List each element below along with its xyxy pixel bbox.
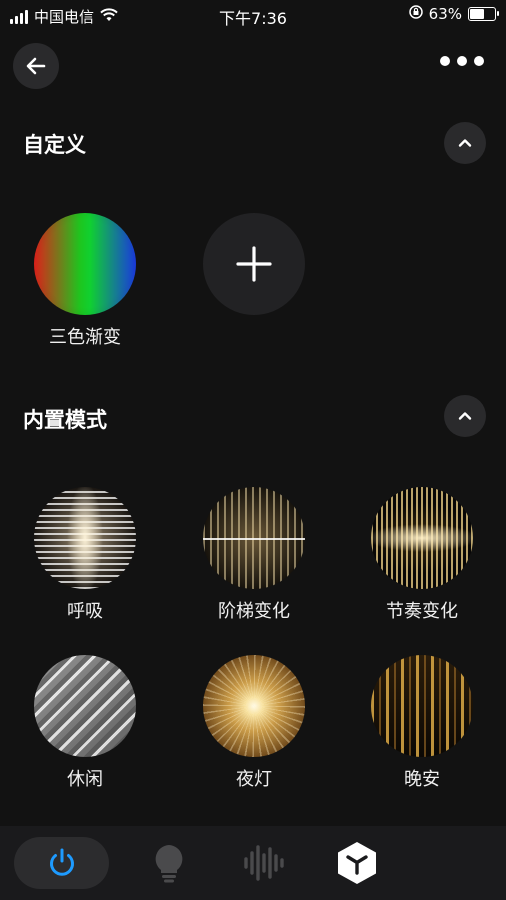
mode-label: 三色渐变 xyxy=(49,327,121,348)
add-custom-mode-button[interactable] xyxy=(203,213,305,315)
mode-label: 休闲 xyxy=(67,769,103,790)
back-arrow-icon xyxy=(26,57,46,75)
custom-section-title: 自定义 xyxy=(23,133,86,157)
tab-power[interactable] xyxy=(14,837,109,889)
mode-tile-evening[interactable]: 晚安 xyxy=(357,655,487,791)
more-button[interactable] xyxy=(440,56,484,66)
cube-icon xyxy=(338,842,376,884)
battery-icon xyxy=(468,7,499,21)
rgb-gradient-image xyxy=(34,213,136,315)
custom-collapse-button[interactable] xyxy=(444,122,486,164)
stairs-mode-image xyxy=(203,487,305,589)
bottom-tab-bar xyxy=(0,826,506,900)
battery-percent: 63% xyxy=(428,5,462,23)
sound-wave-icon xyxy=(244,845,284,881)
mode-tile-rhythm[interactable]: 节奏变化 xyxy=(357,487,487,623)
mode-tile-stairs[interactable]: 阶梯变化 xyxy=(189,487,319,623)
mode-label: 节奏变化 xyxy=(386,601,458,622)
builtin-collapse-button[interactable] xyxy=(444,395,486,437)
mode-tile-rgb-gradient[interactable]: 三色渐变 xyxy=(20,213,150,349)
mode-label: 晚安 xyxy=(404,769,440,790)
mode-label: 呼吸 xyxy=(67,601,103,622)
tab-light[interactable] xyxy=(130,837,208,889)
back-button[interactable] xyxy=(13,43,59,89)
rhythm-mode-image xyxy=(371,487,473,589)
chevron-up-icon xyxy=(458,412,472,420)
evening-mode-image xyxy=(371,655,473,757)
mode-tile-nightlight[interactable]: 夜灯 xyxy=(189,655,319,791)
mode-label: 阶梯变化 xyxy=(218,601,290,622)
mode-label: 夜灯 xyxy=(236,769,272,790)
breath-mode-image xyxy=(34,487,136,589)
orientation-lock-icon xyxy=(408,5,423,23)
mode-tile-leisure[interactable]: 休闲 xyxy=(20,655,150,791)
bulb-icon xyxy=(155,845,183,883)
tab-music[interactable] xyxy=(225,837,303,889)
chevron-up-icon xyxy=(458,139,472,147)
status-bar: 中国电信 下午7:36 63% xyxy=(0,0,506,30)
leisure-mode-image xyxy=(34,655,136,757)
power-icon xyxy=(49,848,74,876)
tab-scene[interactable] xyxy=(318,837,396,889)
plus-icon xyxy=(236,246,272,282)
more-dots-icon xyxy=(440,56,450,66)
mode-tile-breath[interactable]: 呼吸 xyxy=(20,487,150,623)
builtin-section-title: 内置模式 xyxy=(23,408,107,432)
nightlight-mode-image xyxy=(203,655,305,757)
